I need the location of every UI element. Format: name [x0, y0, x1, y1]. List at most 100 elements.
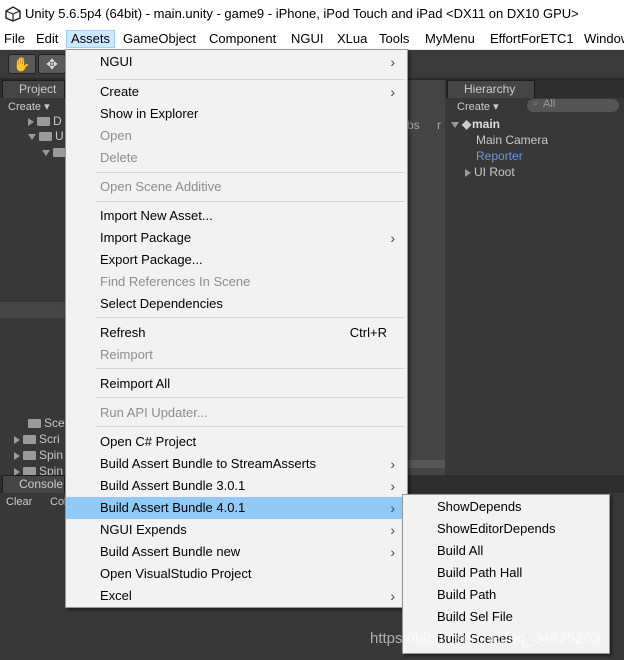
move-tool-button[interactable]: ✥ — [38, 54, 66, 74]
assets-menu-item[interactable]: NGUI › — [66, 51, 407, 73]
project-tree-item[interactable]: Scri — [14, 432, 60, 446]
submenu-item[interactable]: Build All — [403, 540, 609, 562]
submenu-arrow-icon: › — [390, 230, 395, 246]
hierarchy-item[interactable]: Reporter — [476, 149, 523, 163]
collapse-icon — [42, 149, 50, 156]
assets-menu-item[interactable]: Reimport All — [66, 373, 407, 395]
menu-file[interactable]: File — [0, 30, 29, 48]
assets-menu-item[interactable]: Excel › — [66, 585, 407, 607]
expand-icon — [465, 168, 471, 177]
folder-icon — [28, 419, 41, 429]
menu-item-label: NGUI Expends — [100, 522, 187, 537]
unity-logo-icon — [5, 6, 21, 22]
submenu-arrow-icon: › — [390, 54, 395, 70]
assets-menu-item[interactable]: Export Package... — [66, 249, 407, 271]
menu-item-label: NGUI — [100, 54, 133, 69]
menu-item-label: Import New Asset... — [100, 208, 213, 223]
collapse-icon — [451, 121, 459, 128]
assets-menu-item[interactable]: Show in Explorer — [66, 103, 407, 125]
submenu-arrow-icon: › — [390, 522, 395, 538]
assets-menu-item[interactable]: Build Assert Bundle 4.0.1 › — [66, 497, 407, 519]
hierarchy-item[interactable]: UI Root — [465, 165, 515, 179]
menu-separator — [96, 172, 405, 173]
project-create-button[interactable]: Create ▾ — [8, 100, 50, 113]
assets-menu: NGUI › Create › Show in Explorer Open Delete Op… — [65, 49, 408, 608]
assets-menu-item[interactable]: Open VisualStudio Project — [66, 563, 407, 585]
menu-item-label: Select Dependencies — [100, 296, 223, 311]
menu-ngui[interactable]: NGUI — [287, 30, 328, 48]
scene-root[interactable]: ◆main — [451, 117, 500, 131]
menu-mymenu[interactable]: MyMenu — [421, 30, 479, 48]
menu-item-label: Build Assert Bundle new — [100, 544, 241, 559]
tab-console[interactable]: Console — [2, 475, 65, 493]
menu-gameobject[interactable]: GameObject — [119, 30, 200, 48]
submenu-item[interactable]: Build Path — [403, 584, 609, 606]
project-tree-item[interactable]: U — [28, 129, 64, 143]
submenu-item[interactable]: ShowDepends — [403, 496, 609, 518]
hand-tool-button[interactable]: ✋ — [8, 54, 36, 74]
submenu-item[interactable]: Build Path Hall — [403, 562, 609, 584]
expand-icon — [14, 435, 20, 444]
scene-panel-label: r — [437, 118, 441, 132]
menu-window[interactable]: Window — [580, 30, 624, 48]
tab-project[interactable]: Project — [2, 80, 65, 98]
assets-menu-item[interactable]: Refresh Ctrl+R — [66, 322, 407, 344]
menu-item-label: Build Assert Bundle to StreamAsserts — [100, 456, 317, 471]
project-tree-item[interactable]: Spin — [14, 448, 63, 462]
assets-menu-item: Open Scene Additive — [66, 176, 407, 198]
scene-panel: bs r — [405, 80, 445, 475]
menu-separator — [96, 426, 405, 427]
console-tab-label: Console — [19, 477, 64, 491]
submenu-item[interactable]: Build Sel File — [403, 606, 609, 628]
hierarchy-panel: Hierarchy Create ▾ ⌕ All ◆main Main Came… — [445, 80, 624, 475]
menu-item-label: Reimport All — [100, 376, 171, 391]
expand-icon — [28, 117, 34, 126]
watermark: https://blog.csdn.net/qq_34925263 — [370, 630, 601, 647]
menu-component[interactable]: Component — [205, 30, 280, 48]
submenu-arrow-icon: › — [390, 500, 395, 516]
assets-menu-item: Run API Updater... — [66, 402, 407, 424]
menu-item-label: Delete — [100, 150, 138, 165]
hierarchy-search-input[interactable]: ⌕ All — [527, 98, 619, 112]
submenu-arrow-icon: › — [390, 84, 395, 100]
menu-item-label: Open Scene Additive — [100, 179, 222, 194]
project-tab-header: Project — [0, 80, 65, 98]
menu-item-label: Reimport — [100, 347, 153, 362]
menu-effortforetc1[interactable]: EffortForETC1 — [486, 30, 578, 48]
assets-menu-item[interactable]: Select Dependencies — [66, 293, 407, 315]
collapse-icon — [28, 133, 36, 140]
menu-tools[interactable]: Tools — [375, 30, 413, 48]
assets-menu-item[interactable]: Import Package › — [66, 227, 407, 249]
folder-icon — [23, 435, 36, 445]
assets-menu-item: Delete — [66, 147, 407, 169]
submenu-item[interactable]: ShowEditorDepends — [403, 518, 609, 540]
tab-hierarchy[interactable]: Hierarchy — [447, 80, 535, 98]
scene-panel-label: bs — [407, 118, 420, 132]
assets-menu-item[interactable]: Open C# Project — [66, 431, 407, 453]
hierarchy-item[interactable]: Main Camera — [476, 133, 548, 147]
assets-menu-item[interactable]: NGUI Expends › — [66, 519, 407, 541]
scrollbar[interactable] — [405, 460, 445, 468]
menu-item-label: Open — [100, 128, 132, 143]
hierarchy-create-button[interactable]: Create ▾ — [457, 100, 499, 113]
menu-edit[interactable]: Edit — [32, 30, 62, 48]
assets-menu-item: Find References In Scene — [66, 271, 407, 293]
project-tree-item[interactable]: D — [28, 114, 62, 128]
menu-item-label: Open VisualStudio Project — [100, 566, 252, 581]
menu-xlua[interactable]: XLua — [333, 30, 371, 48]
menu-item-label: Run API Updater... — [100, 405, 208, 420]
project-tree-item[interactable]: Sce — [28, 416, 65, 430]
folder-icon — [37, 117, 50, 127]
assets-menu-item[interactable]: Create › — [66, 81, 407, 103]
menu-separator — [96, 368, 405, 369]
assets-menu-item[interactable]: Build Assert Bundle 3.0.1 › — [66, 475, 407, 497]
assets-menu-item[interactable]: Import New Asset... — [66, 205, 407, 227]
assets-menu-item[interactable]: Build Assert Bundle to StreamAsserts › — [66, 453, 407, 475]
hand-icon: ✋ — [13, 56, 31, 72]
folder-icon — [23, 451, 36, 461]
menu-assets[interactable]: Assets — [66, 30, 116, 48]
menu-separator — [96, 397, 405, 398]
menu-item-label: Build Assert Bundle 3.0.1 — [100, 478, 246, 493]
assets-menu-item[interactable]: Build Assert Bundle new › — [66, 541, 407, 563]
console-clear-button[interactable]: Clear — [6, 496, 32, 508]
